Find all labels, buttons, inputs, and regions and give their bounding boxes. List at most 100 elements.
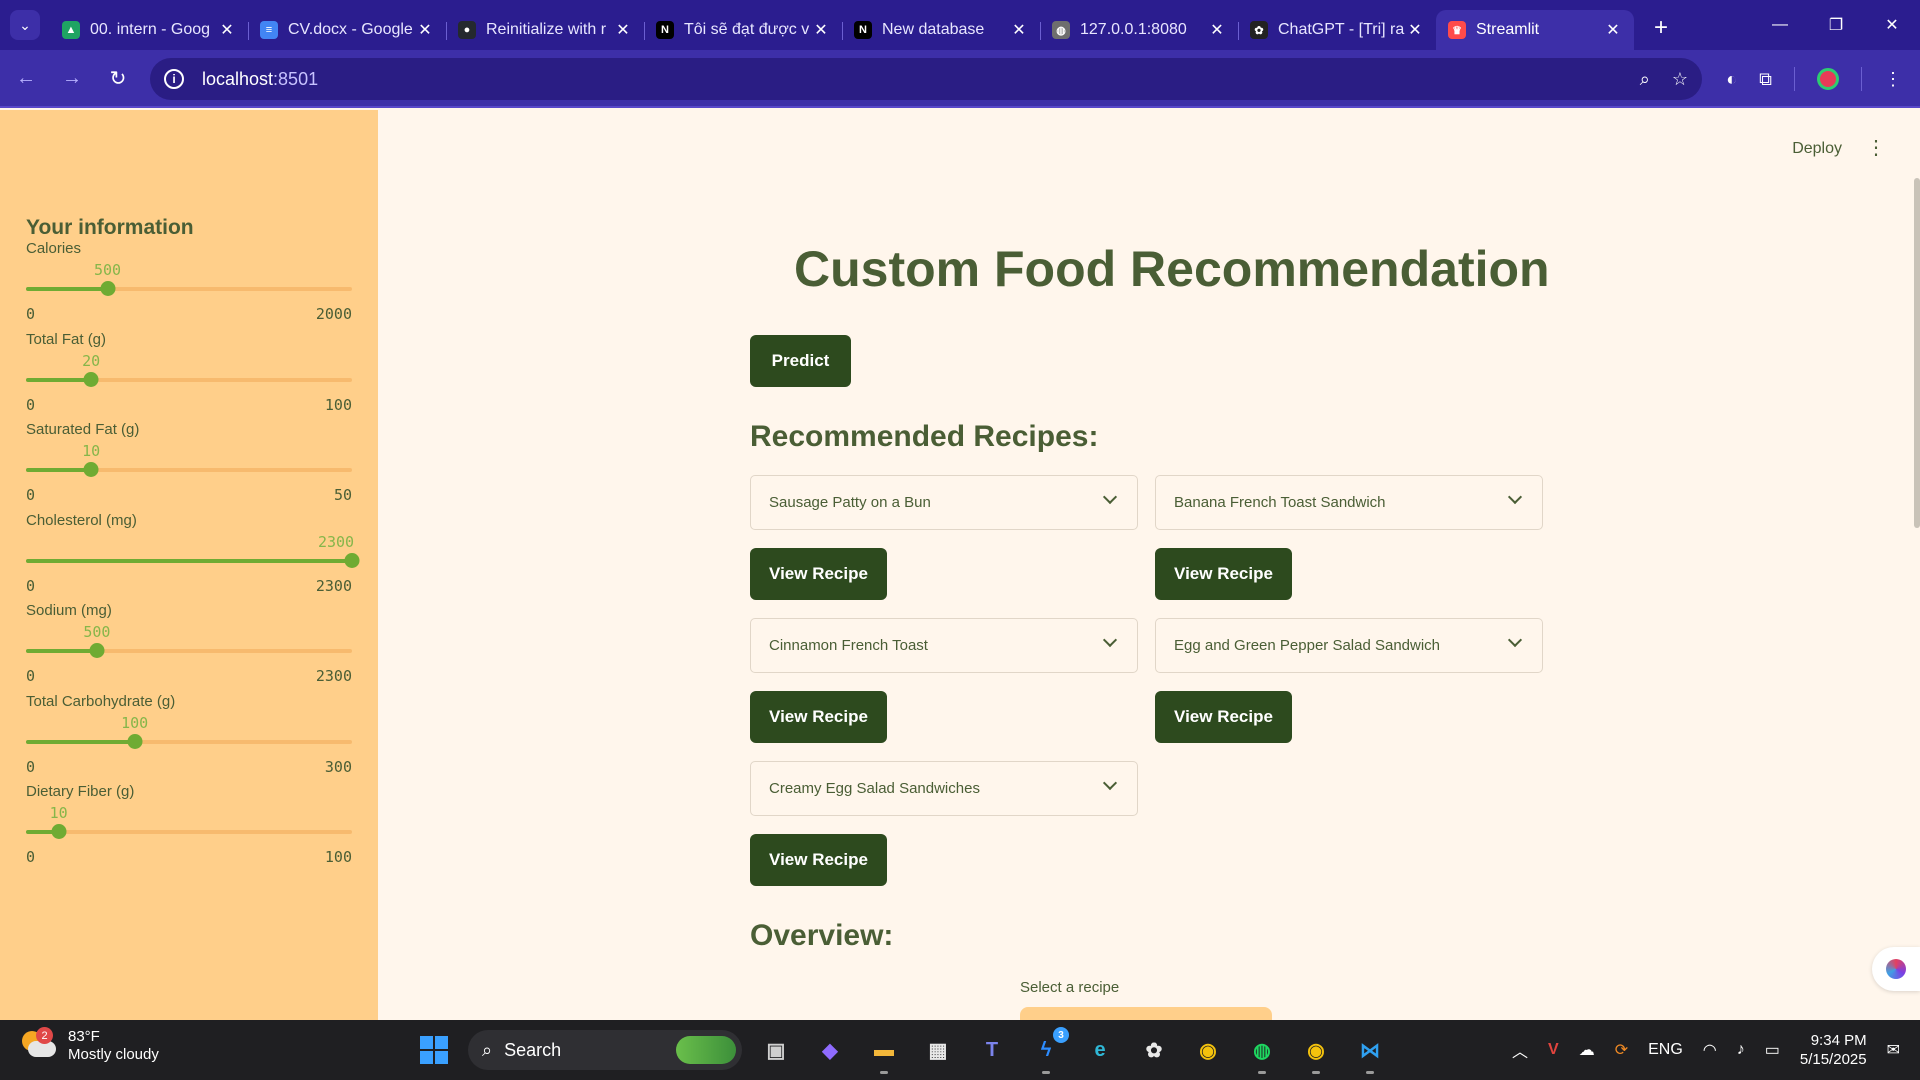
browser-tab[interactable]: ≡ CV.docx - Google ✕ <box>248 10 446 50</box>
view-recipe-button[interactable]: View Recipe <box>750 548 887 600</box>
microsoft-store-icon[interactable]: ▦ <box>918 1030 958 1070</box>
notion-icon: N <box>854 21 872 39</box>
slider-track[interactable] <box>26 824 352 839</box>
slider-track[interactable] <box>26 552 360 568</box>
volume-icon[interactable]: ♪ <box>1737 1041 1745 1059</box>
slider-track[interactable] <box>26 733 352 749</box>
slider-track[interactable] <box>26 643 352 658</box>
slider-thumb[interactable] <box>100 281 115 296</box>
recipe-select[interactable]: Sausage Patty on a Bun <box>750 475 1138 530</box>
slider-track[interactable] <box>26 462 352 477</box>
tab-search-button[interactable]: ⌄ <box>10 10 40 40</box>
slider[interactable]: Total Fat (g) 20 0 100 <box>26 331 352 431</box>
puzzle-icon[interactable]: ⧉ <box>1759 69 1772 90</box>
start-button[interactable] <box>414 1030 454 1070</box>
main-menu-icon[interactable]: ⋮ <box>1866 138 1886 158</box>
slider[interactable]: Dietary Fiber (g) 10 0 100 <box>26 783 352 883</box>
close-icon[interactable]: ✕ <box>1208 20 1226 40</box>
view-recipe-button[interactable]: View Recipe <box>1155 548 1292 600</box>
spotify-icon[interactable]: ◍ <box>1242 1030 1282 1074</box>
onedrive-cloud-icon[interactable]: ☁ <box>1579 1040 1595 1060</box>
slider[interactable]: Calories 500 0 2000 <box>26 240 352 340</box>
close-icon[interactable]: ✕ <box>218 20 236 40</box>
minimize-button[interactable]: — <box>1752 0 1808 50</box>
slider[interactable]: Saturated Fat (g) 10 0 50 <box>26 421 352 521</box>
streamlit-icon: ♛ <box>1448 21 1466 39</box>
slider-thumb[interactable] <box>83 371 99 387</box>
bookmark-star-icon[interactable]: ☆ <box>1672 69 1688 90</box>
messenger-icon[interactable]: ϟ3 <box>1026 1027 1069 1074</box>
slider-fill <box>26 287 108 291</box>
sync-icon[interactable]: ⟳ <box>1615 1040 1628 1060</box>
slider-thumb[interactable] <box>51 824 67 839</box>
slider-thumb[interactable] <box>89 643 105 658</box>
slider-thumb[interactable] <box>127 733 143 749</box>
slider-track[interactable] <box>26 281 352 296</box>
close-icon[interactable]: ✕ <box>812 20 830 40</box>
task-view-icon[interactable]: ▣ <box>756 1030 796 1070</box>
view-recipe-button[interactable]: View Recipe <box>1155 691 1292 743</box>
teams-icon[interactable]: T <box>972 1030 1012 1070</box>
wifi-icon[interactable]: ◠ <box>1703 1040 1717 1060</box>
restore-button[interactable]: ❐ <box>1808 0 1864 50</box>
recipe-select[interactable]: Creamy Egg Salad Sandwiches <box>750 761 1138 816</box>
recipe-select[interactable]: Banana French Toast Sandwich <box>1155 475 1543 530</box>
slider-thumb[interactable] <box>83 462 99 477</box>
deploy-button[interactable]: Deploy <box>1792 140 1842 158</box>
chatgpt-app-icon[interactable]: ✿ <box>1134 1030 1174 1070</box>
close-icon[interactable]: ✕ <box>416 20 434 40</box>
more-menu-icon[interactable]: ⋮ <box>1884 69 1902 90</box>
file-explorer-icon[interactable]: ▬ <box>864 1030 904 1074</box>
close-icon[interactable]: ✕ <box>1604 20 1622 40</box>
copilot-icon[interactable]: ◆ <box>810 1030 850 1070</box>
site-info-icon[interactable]: i <box>164 69 184 89</box>
forward-button[interactable]: → <box>52 58 92 98</box>
slider-track[interactable] <box>26 371 352 387</box>
address-bar[interactable]: i localhost:8501 ⌕ ☆ <box>150 58 1702 100</box>
zoom-icon[interactable]: ⌕ <box>1640 69 1650 90</box>
close-icon[interactable]: ✕ <box>1010 20 1028 40</box>
taskbar-search[interactable]: ⌕ Search <box>468 1030 742 1070</box>
recipe-select[interactable]: Cinnamon French Toast <box>750 618 1138 673</box>
floating-assistant-button[interactable] <box>1872 947 1920 991</box>
chevron-up-icon[interactable]: ︿ <box>1512 1038 1528 1062</box>
reload-button[interactable]: ↻ <box>98 58 138 98</box>
battery-icon[interactable]: ▭ <box>1765 1040 1780 1060</box>
slider[interactable]: Total Carbohydrate (g) 100 0 300 <box>26 693 352 793</box>
slider[interactable]: Cholesterol (mg) 2300 0 2300 <box>26 512 360 612</box>
vscode-icon[interactable]: ⋈ <box>1350 1030 1390 1074</box>
recipe-select[interactable]: Egg and Green Pepper Salad Sandwich <box>1155 618 1543 673</box>
extension-icon[interactable]: ◐ <box>1726 69 1737 90</box>
browser-tab[interactable]: N New database ✕ <box>842 10 1040 50</box>
chrome-profile-icon[interactable]: ◉ <box>1296 1030 1336 1074</box>
browser-tab[interactable]: ▲ 00. intern - Goog ✕ <box>50 10 248 50</box>
chrome-icon[interactable]: ◉ <box>1188 1030 1228 1070</box>
browser-tab[interactable]: ● Reinitialize with r ✕ <box>446 10 644 50</box>
close-icon[interactable]: ✕ <box>1406 20 1424 40</box>
slider-thumb[interactable] <box>344 552 360 568</box>
recipe-name: Egg and Green Pepper Salad Sandwich <box>1174 637 1441 654</box>
browser-tab[interactable]: ◍ 127.0.0.1:8080 ✕ <box>1040 10 1238 50</box>
close-window-button[interactable]: ✕ <box>1864 0 1920 50</box>
vivaldi-icon[interactable]: V <box>1548 1041 1559 1059</box>
clock[interactable]: 9:34 PM 5/15/2025 <box>1800 1031 1867 1069</box>
back-button[interactable]: ← <box>6 58 46 98</box>
new-tab-button[interactable]: + <box>1654 14 1668 42</box>
clock-time: 9:34 PM <box>1810 1032 1867 1049</box>
language-indicator[interactable]: ENG <box>1648 1041 1683 1059</box>
scrollbar-thumb[interactable] <box>1914 178 1920 528</box>
slider-fill <box>26 468 92 472</box>
close-icon[interactable]: ✕ <box>614 20 632 40</box>
browser-tab[interactable]: ♛ Streamlit ✕ <box>1436 10 1634 50</box>
weather-widget[interactable]: 2 83°F Mostly cloudy <box>22 1027 159 1064</box>
notification-bell-icon[interactable]: ✉ <box>1887 1040 1900 1060</box>
browser-tab[interactable]: ✿ ChatGPT - [Tri] ra ✕ <box>1238 10 1436 50</box>
url-host: localhost <box>202 68 274 89</box>
predict-button[interactable]: Predict <box>750 335 851 387</box>
browser-tab[interactable]: N Tôi sẽ đạt được v ✕ <box>644 10 842 50</box>
view-recipe-button[interactable]: View Recipe <box>750 691 887 743</box>
edge-icon[interactable]: e <box>1080 1030 1120 1070</box>
profile-avatar[interactable] <box>1817 68 1839 90</box>
view-recipe-button[interactable]: View Recipe <box>750 834 887 886</box>
slider[interactable]: Sodium (mg) 500 0 2300 <box>26 602 352 702</box>
